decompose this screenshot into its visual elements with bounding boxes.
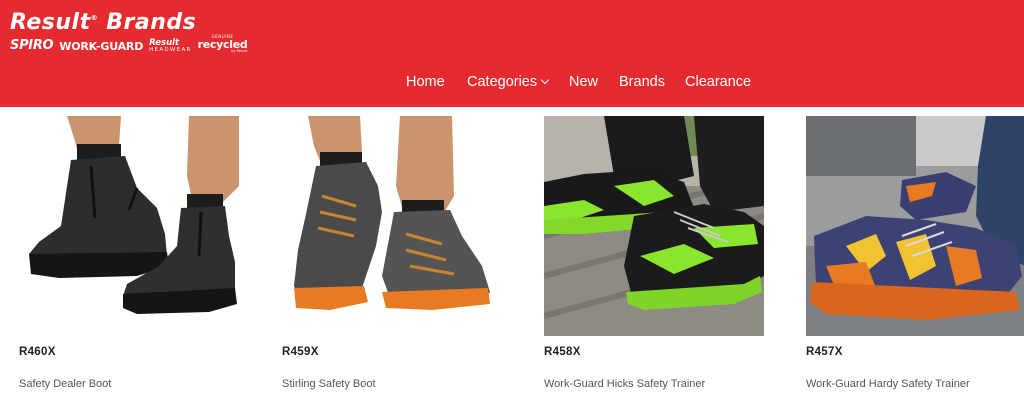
product-image-r458x[interactable]	[544, 116, 764, 336]
product-card[interactable]: R457X Work-Guard Hardy Safety Trainer	[806, 116, 1024, 409]
product-image-r457x[interactable]	[806, 116, 1024, 336]
nav-clearance[interactable]: Clearance	[685, 74, 751, 90]
main-nav: Home Categories New Brands Clearance	[0, 74, 1024, 94]
spiro-logo: SPIRO	[10, 38, 54, 53]
product-name[interactable]: Stirling Safety Boot	[282, 378, 376, 390]
logo-sub-brands: SPIRO WORK-GUARD Result HEADWEAR GENUINE…	[10, 33, 253, 53]
product-sku: R457X	[806, 346, 843, 358]
product-card[interactable]: R458X Work-Guard Hicks Safety Trainer	[544, 116, 764, 409]
product-image-r459x[interactable]	[282, 116, 502, 336]
result-brands-logo[interactable]: Result® Brands SPIRO WORK-GUARD Result H…	[10, 10, 290, 56]
site-header: Result® Brands SPIRO WORK-GUARD Result H…	[0, 0, 1024, 107]
nav-new[interactable]: New	[569, 74, 598, 90]
nav-brands[interactable]: Brands	[619, 74, 665, 90]
nav-home[interactable]: Home	[406, 74, 445, 90]
product-name[interactable]: Safety Dealer Boot	[19, 378, 111, 390]
recycled-logo: GENUINE recycled by Result	[197, 33, 248, 53]
product-card[interactable]: R460X Safety Dealer Boot	[19, 116, 239, 409]
result-headwear-logo: Result HEADWEAR	[149, 38, 192, 53]
nav-categories[interactable]: Categories	[467, 74, 550, 90]
product-name[interactable]: Work-Guard Hicks Safety Trainer	[544, 378, 705, 390]
work-guard-logo: WORK-GUARD	[59, 40, 144, 53]
product-name[interactable]: Work-Guard Hardy Safety Trainer	[806, 378, 970, 390]
chevron-down-icon	[540, 75, 550, 85]
logo-wordmark: Result® Brands	[10, 10, 197, 35]
nav-categories-label: Categories	[467, 74, 538, 90]
product-sku: R460X	[19, 346, 56, 358]
product-image-r460x[interactable]	[19, 116, 239, 336]
product-sku: R459X	[282, 346, 319, 358]
product-sku: R458X	[544, 346, 581, 358]
product-card[interactable]: R459X Stirling Safety Boot	[282, 116, 502, 409]
